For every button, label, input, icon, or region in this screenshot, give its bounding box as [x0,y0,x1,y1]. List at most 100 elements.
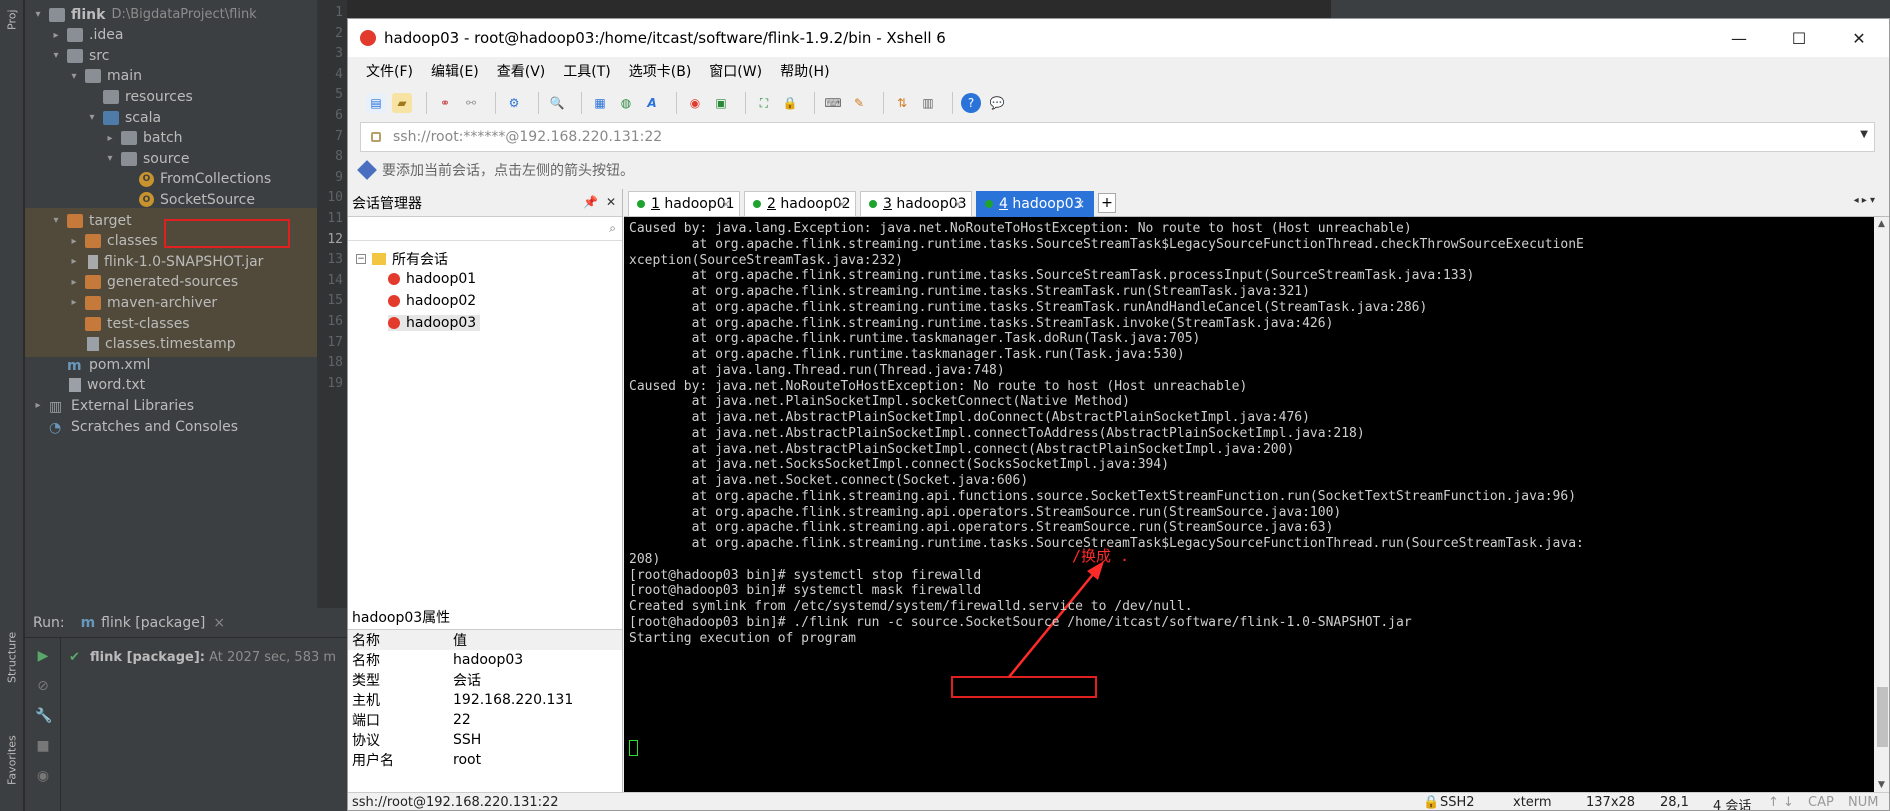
structure-tool-tab[interactable]: Structure [0,612,24,702]
wrench-icon[interactable]: 🔧 [35,708,52,724]
menu-item[interactable]: 工具(T) [563,61,610,81]
new-session-icon[interactable]: ▤ [366,93,386,113]
close-icon[interactable]: × [213,615,225,631]
excluded-folder-icon [85,275,101,290]
find-icon[interactable]: 🔍 [547,93,567,113]
globe-icon[interactable]: ◍ [616,93,636,113]
connect-icon[interactable]: ⚭ [435,93,455,113]
connected-dot-icon [985,200,993,208]
chevron-right-icon[interactable]: ▸ [31,400,45,411]
xftp-icon[interactable]: ▣ [711,93,731,113]
run-result-line[interactable]: ✔ flink [package]: At 2027 sec, 583 m [69,650,336,665]
chevron-down-icon[interactable]: ▾ [67,71,81,82]
tab-menu-icon[interactable]: ◂ ▸ ▾ [1854,195,1875,206]
tab-hadoop02[interactable]: 2 hadoop02 × [744,191,856,217]
session-manager-panel: 会话管理器 📌 ✕ ⌕ − 所有会话 hadoop01 hadoop02 had… [348,189,623,604]
chevron-down-icon[interactable]: ▾ [49,50,63,61]
scrollbar-thumb[interactable] [1877,687,1888,747]
terminal-scrollbar[interactable]: ▲ ▼ [1874,217,1889,792]
line-number: 19 [327,375,343,391]
help-icon[interactable]: ? [961,93,981,113]
eye-icon[interactable]: ◉ [35,768,51,784]
tab-hadoop03[interactable]: 3 hadoop03 × [860,191,972,217]
lock-icon[interactable]: 🔒 [780,93,800,113]
chevron-right-icon[interactable]: ▸ [67,236,81,247]
chat-icon[interactable]: 💬 [987,93,1007,113]
jar-file-icon [88,254,98,269]
all-sessions-node[interactable]: − 所有会话 [356,249,448,269]
run-tab-label[interactable]: flink [package] [101,615,205,631]
session-item-hadoop02[interactable]: hadoop02 [388,293,476,309]
chevron-down-icon[interactable]: ▾ [31,9,45,20]
chevron-down-icon[interactable]: ▾ [49,215,63,226]
terminal-line: xception(SourceStreamTask.java:232) [629,252,903,268]
menu-item[interactable]: 帮助(H) [780,61,829,81]
new-tab-button[interactable]: + [1098,193,1116,213]
editor-gutter: 1 2 3 4 5 6 7 8 9 10 11 12 13 14 15 16 17 18 19 [317,0,347,608]
chevron-down-icon[interactable]: ▾ [85,112,99,123]
menu-item[interactable]: 文件(F) [366,61,413,81]
chevron-right-icon[interactable]: ▸ [103,133,117,144]
tab-hadoop01[interactable]: 1 hadoop01 × [628,191,740,217]
toolbar-separator [952,92,953,114]
chevron-down-icon[interactable]: ▼ [1860,129,1868,140]
chevron-down-icon[interactable]: ▾ [103,153,117,164]
terminal-line: at java.net.PlainSocketImpl.socketConnec… [629,394,1130,410]
favorites-tab-label: Favorites [5,735,19,785]
tree-item[interactable]: ◔ Scratches and Consoles [25,414,317,439]
close-icon[interactable]: × [1075,197,1085,211]
disconnect-icon[interactable]: ⚯ [461,93,481,113]
fullscreen-icon[interactable]: ⛶ [754,93,774,113]
chevron-right-icon[interactable]: ▸ [49,30,63,41]
session-search-input[interactable]: ⌕ [348,217,622,241]
scroll-up-icon[interactable]: ▲ [1878,219,1885,229]
minimize-button[interactable]: — [1709,19,1769,57]
project-path: D:\BigdataProject\flink [111,7,257,22]
font-icon[interactable]: A [642,93,662,113]
close-icon[interactable]: ✕ [606,195,616,209]
session-item-hadoop03[interactable]: hadoop03 [388,315,481,331]
close-button[interactable]: ✕ [1829,19,1889,57]
property-value: 22 [453,712,471,728]
properties-icon[interactable]: ⚙ [504,93,524,113]
line-number: 13 [327,252,343,268]
tab-hadoop03-active[interactable]: 4 hadoop03 × [976,191,1094,217]
tile-icon[interactable]: ▥ [918,93,938,113]
chevron-right-icon[interactable]: ▸ [67,297,81,308]
favorites-tool-tab[interactable]: Favorites [0,720,24,800]
properties-col-value: 值 [453,633,467,649]
close-icon[interactable]: × [721,197,731,211]
tree-item-label: main [107,68,142,85]
xshell-icon[interactable]: ◉ [685,93,705,113]
close-icon[interactable]: × [953,197,963,211]
scroll-down-icon[interactable]: ▼ [1878,780,1885,790]
menu-item[interactable]: 编辑(E) [431,61,479,81]
project-tool-tab[interactable]: Proj [0,0,24,40]
menu-item[interactable]: 窗口(W) [709,61,762,81]
collapse-icon[interactable]: − [356,254,366,264]
file-icon [69,378,81,393]
add-session-arrow-icon[interactable] [357,160,377,180]
open-folder-icon[interactable]: ▰ [392,93,412,113]
toggle-icon[interactable]: ⊘ [35,678,51,694]
layout-icon[interactable]: ▦ [590,93,610,113]
menu-item[interactable]: 选项卡(B) [629,61,692,81]
terminal-line: at org.apache.flink.streaming.runtime.ta… [629,536,1584,551]
session-item-hadoop01[interactable]: hadoop01 [388,271,476,287]
script-icon[interactable]: ✎ [849,93,869,113]
transfer-icon[interactable]: ⇅ [892,93,912,113]
maximize-button[interactable]: ☐ [1769,19,1829,57]
rerun-icon[interactable]: ▶ [35,648,51,664]
chevron-right-icon[interactable]: ▸ [67,277,81,288]
stop-icon[interactable]: ■ [35,738,51,754]
close-icon[interactable]: × [837,197,847,211]
session-nav-icon[interactable]: ↑ ↓ [1768,795,1794,810]
address-bar[interactable]: ssh://root:******@192.168.220.131:22 ▼ [360,122,1875,152]
line-number: 8 [335,149,343,165]
pin-icon[interactable]: 📌 [583,195,598,209]
menu-item[interactable]: 查看(V) [497,61,546,81]
chevron-right-icon[interactable]: ▸ [67,256,81,267]
keyboard-icon[interactable]: ⌨ [823,93,843,113]
terminal-line: at java.net.AbstractPlainSocketImpl.conn… [629,441,1295,457]
terminal[interactable]: /换成 . Caused by: java.lang.Exception: ja… [624,217,1874,792]
